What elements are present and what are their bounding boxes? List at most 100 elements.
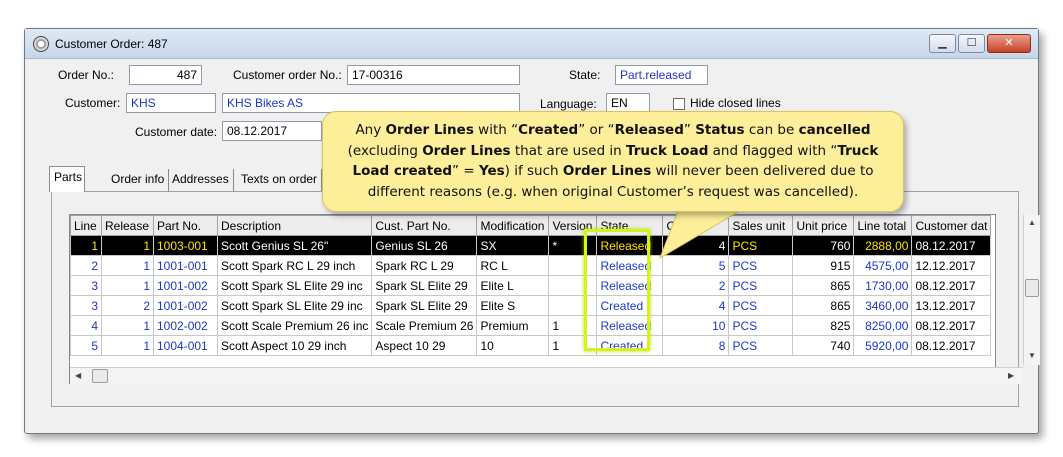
cell-customer-date[interactable]: 08.12.2017: [911, 315, 992, 336]
col-header-version[interactable]: Version: [548, 215, 598, 236]
customer-code-field[interactable]: KHS: [126, 93, 216, 113]
cell-part-no[interactable]: 1004-001: [153, 335, 218, 356]
cell-description[interactable]: Scott Genius SL 26": [216, 235, 373, 256]
cell-version[interactable]: *: [548, 235, 598, 256]
cell-cust-part-no[interactable]: Spark SL Elite 29: [371, 295, 478, 316]
hide-closed-lines-checkbox[interactable]: [673, 98, 685, 110]
table-row[interactable]: 2 1 1001-001 Scott Spark RC L 29 inch Spark …: [70, 255, 992, 276]
table-row[interactable]: 5 1 1004-001 Scott Aspect 10 29 inch Aspect …: [70, 335, 992, 356]
cell-modification[interactable]: Premium: [476, 315, 550, 336]
language-field[interactable]: EN: [606, 93, 650, 113]
cell-customer-date[interactable]: 13.12.2017: [911, 295, 992, 316]
cell-modification[interactable]: SX: [476, 235, 550, 256]
col-header-description[interactable]: Description: [216, 215, 373, 236]
cell-cust-part-no[interactable]: Genius SL 26: [371, 235, 478, 256]
cell-version[interactable]: [548, 275, 598, 296]
cell-unit[interactable]: PCS: [728, 255, 794, 276]
cell-description[interactable]: Scott Spark RC L 29 inch: [216, 255, 373, 276]
cell-line-total[interactable]: 8250,00: [853, 315, 913, 336]
cell-state[interactable]: Created: [596, 335, 664, 356]
cell-unit[interactable]: PCS: [728, 235, 794, 256]
cell-unit[interactable]: PCS: [728, 315, 794, 336]
cell-version[interactable]: 1: [548, 315, 598, 336]
cell-description[interactable]: Scott Spark SL Elite 29 inc: [216, 275, 373, 296]
cell-version[interactable]: [548, 255, 598, 276]
cell-customer-date[interactable]: 08.12.2017: [911, 235, 992, 256]
minimize-button[interactable]: ▁: [929, 34, 956, 53]
cell-line-total[interactable]: 1730,00: [853, 275, 913, 296]
cell-modification[interactable]: Elite S: [476, 295, 550, 316]
col-header-unit-price[interactable]: Unit price: [792, 215, 855, 236]
cell-line-total[interactable]: 2888,00: [853, 235, 913, 256]
table-row[interactable]: 4 1 1002-002 Scott Scale Premium 26 inc Scal…: [70, 315, 992, 336]
customer-name-field[interactable]: KHS Bikes AS: [222, 93, 520, 113]
cell-customer-date[interactable]: 08.12.2017: [911, 335, 992, 356]
cell-cust-part-no[interactable]: Spark RC L 29: [371, 255, 478, 276]
cell-qty[interactable]: 8: [662, 335, 730, 356]
cell-unit-price[interactable]: 865: [792, 295, 855, 316]
cell-description[interactable]: Scott Scale Premium 26 inc: [216, 315, 373, 336]
tab-order-info[interactable]: Order info: [107, 169, 170, 191]
col-header-qty[interactable]: Qty: [662, 215, 730, 236]
cell-line[interactable]: 4: [70, 315, 102, 336]
cell-part-no[interactable]: 1003-001: [153, 235, 218, 256]
customer-order-no-field[interactable]: 17-00316: [347, 65, 520, 85]
cell-release[interactable]: 1: [101, 315, 154, 336]
horizontal-scroll-thumb[interactable]: [92, 369, 108, 383]
cell-unit-price[interactable]: 825: [792, 315, 855, 336]
cell-line[interactable]: 2: [70, 255, 102, 276]
cell-unit[interactable]: PCS: [728, 335, 794, 356]
scroll-down-icon[interactable]: ▼: [1028, 351, 1036, 360]
cell-modification[interactable]: RC L: [476, 255, 550, 276]
cell-cust-part-no[interactable]: Aspect 10 29: [371, 335, 478, 356]
col-header-line[interactable]: Line: [70, 215, 102, 236]
order-no-field[interactable]: 487: [129, 65, 202, 85]
cell-unit-price[interactable]: 740: [792, 335, 855, 356]
cell-state[interactable]: Released: [596, 275, 664, 296]
table-row[interactable]: 3 2 1001-002 Scott Spark SL Elite 29 inc Spa…: [70, 295, 992, 316]
tab-texts-on-order[interactable]: Texts on order: [237, 169, 323, 191]
cell-cust-part-no[interactable]: Scale Premium 26: [371, 315, 478, 336]
cell-unit[interactable]: PCS: [728, 275, 794, 296]
tab-addresses[interactable]: Addresses: [168, 169, 234, 191]
scroll-left-icon[interactable]: ◀: [75, 371, 81, 380]
cell-release[interactable]: 1: [101, 235, 154, 256]
table-row[interactable]: 1 1 1003-001 Scott Genius SL 26" Genius SL 2…: [70, 235, 992, 256]
cell-qty[interactable]: 4: [662, 235, 730, 256]
cell-description[interactable]: Scott Spark SL Elite 29 inc: [216, 295, 373, 316]
table-row[interactable]: 3 1 1001-002 Scott Spark SL Elite 29 inc Spa…: [70, 275, 992, 296]
cell-part-no[interactable]: 1001-002: [153, 275, 218, 296]
scroll-up-icon[interactable]: ▲: [1028, 218, 1036, 227]
cell-unit-price[interactable]: 865: [792, 275, 855, 296]
cell-state[interactable]: Released: [596, 235, 664, 256]
order-lines-grid[interactable]: Line Release Part No. Description Cust. …: [69, 214, 1040, 384]
cell-release[interactable]: 1: [101, 275, 154, 296]
horizontal-scrollbar[interactable]: ◀ ▶: [70, 367, 1023, 384]
col-header-release[interactable]: Release: [101, 215, 154, 236]
state-field[interactable]: Part.released: [615, 65, 708, 85]
cell-release[interactable]: 1: [101, 255, 154, 276]
cell-line[interactable]: 3: [70, 295, 102, 316]
vertical-scrollbar[interactable]: ▲ ▼: [1023, 215, 1040, 365]
cell-line-total[interactable]: 3460,00: [853, 295, 913, 316]
col-header-customer-date[interactable]: Customer dat: [911, 215, 992, 236]
cell-line[interactable]: 5: [70, 335, 102, 356]
cell-unit[interactable]: PCS: [728, 295, 794, 316]
customer-date-field[interactable]: 08.12.2017: [222, 121, 322, 141]
cell-qty[interactable]: 10: [662, 315, 730, 336]
maximize-button[interactable]: ☐: [958, 34, 985, 53]
cell-modification[interactable]: Elite L: [476, 275, 550, 296]
cell-line[interactable]: 3: [70, 275, 102, 296]
cell-part-no[interactable]: 1001-001: [153, 255, 218, 276]
cell-cust-part-no[interactable]: Spark SL Elite 29: [371, 275, 478, 296]
cell-line[interactable]: 1: [70, 235, 102, 256]
cell-qty[interactable]: 2: [662, 275, 730, 296]
cell-state[interactable]: Released: [596, 255, 664, 276]
cell-modification[interactable]: 10: [476, 335, 550, 356]
cell-part-no[interactable]: 1001-002: [153, 295, 218, 316]
col-header-sales-unit[interactable]: Sales unit: [728, 215, 794, 236]
cell-state[interactable]: Released: [596, 315, 664, 336]
col-header-modification[interactable]: Modification: [476, 215, 550, 236]
cell-description[interactable]: Scott Aspect 10 29 inch: [216, 335, 373, 356]
cell-line-total[interactable]: 4575,00: [853, 255, 913, 276]
